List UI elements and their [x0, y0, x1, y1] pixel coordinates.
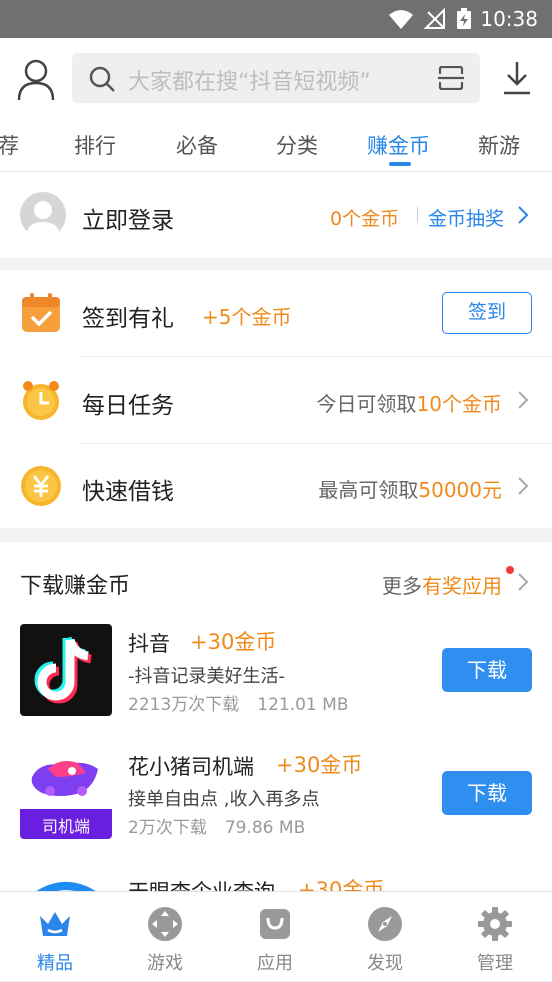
nav-games[interactable]: 游戏	[110, 892, 220, 982]
bottom-navigation: 精品 游戏 应用 发现 管理	[0, 891, 552, 981]
nav-featured[interactable]: 精品	[0, 892, 110, 982]
chevron-right-icon	[518, 206, 529, 224]
task-checkin: 签到有礼 +5个金币 签到	[0, 270, 552, 356]
wifi-icon	[389, 10, 413, 29]
coin-balance: 0个金币	[330, 208, 400, 230]
app-list-item[interactable]: 抖音 +30金币 -抖音记录美好生活- 2213万次下载 121.01 MB 下载	[0, 624, 552, 734]
notification-dot	[506, 566, 514, 574]
download-earn-section: 下载赚金币 更多有奖应用 抖音 +30金币 -抖音记录美好生活- 2213万次下…	[0, 542, 552, 892]
tab-category[interactable]: 分类	[276, 130, 318, 160]
search-bar[interactable]: 大家都在搜“抖音短视频”	[72, 53, 480, 103]
task-list: 签到有礼 +5个金币 签到 每日任务 今日可领取10个金币 快速借钱 最高可领取…	[0, 270, 552, 528]
nav-discover[interactable]: 发现	[330, 892, 440, 982]
app-coin-reward: +30金币	[298, 878, 385, 892]
category-tabs: 荐 排行 必备 分类 赚金币 新游	[0, 122, 552, 172]
user-profile-icon[interactable]	[16, 58, 56, 102]
divider	[417, 207, 418, 223]
task-title: 签到有礼	[82, 306, 174, 332]
tab-essential[interactable]: 必备	[176, 130, 218, 160]
no-signal-icon	[424, 8, 445, 29]
app-name: 抖音	[128, 632, 170, 656]
tianyancha-app-icon	[20, 872, 112, 892]
section-title: 下载赚金币	[20, 574, 131, 599]
app-coin-reward: +30金币	[190, 630, 277, 654]
bag-icon	[260, 909, 290, 939]
task-bonus: +5个金币	[202, 305, 292, 329]
chevron-right-icon	[518, 477, 529, 495]
icon-caption: 司机端	[41, 817, 90, 836]
task-title: 每日任务	[82, 393, 174, 419]
compass-icon	[368, 907, 402, 941]
avatar	[20, 192, 66, 238]
douyin-app-icon	[20, 624, 112, 716]
task-reward-text: 今日可领取10个金币	[316, 392, 502, 416]
more-apps-link[interactable]: 更多有奖应用	[382, 570, 502, 599]
status-time: 10:38	[480, 7, 538, 31]
nav-manage[interactable]: 管理	[440, 892, 550, 982]
chevron-right-icon	[518, 391, 529, 409]
calendar-check-icon	[22, 293, 60, 332]
tab-new-games[interactable]: 新游	[478, 130, 520, 160]
app-description: 接单自由点 ,收入再多点	[128, 789, 320, 810]
login-card[interactable]: 立即登录 0个金币 金币抽奖	[0, 172, 552, 258]
nav-label: 精品	[37, 953, 73, 974]
coin-lottery-link[interactable]: 金币抽奖	[428, 204, 504, 231]
app-list-item[interactable]: 天眼查企业查询 +30金币	[0, 872, 552, 892]
tiktok-note-icon	[34, 636, 92, 704]
tab-recommend[interactable]: 荐	[0, 130, 19, 160]
search-placeholder: 大家都在搜“抖音短视频”	[128, 70, 371, 95]
app-description: -抖音记录美好生活-	[128, 666, 285, 687]
nav-label: 游戏	[147, 953, 183, 974]
app-list-item[interactable]: 司机端 花小猪司机端 +30金币 接单自由点 ,收入再多点 2万次下载 79.86…	[0, 747, 552, 857]
alarm-clock-icon	[23, 381, 59, 420]
checkin-button[interactable]: 签到	[442, 292, 532, 334]
default-avatar-icon	[26, 201, 60, 238]
app-meta: 2万次下载 79.86 MB	[128, 818, 306, 838]
chevron-right-icon	[518, 573, 529, 591]
nav-apps[interactable]: 应用	[220, 892, 330, 982]
app-meta: 2213万次下载 121.01 MB	[128, 695, 349, 715]
battery-charging-icon	[457, 8, 471, 29]
status-bar: 10:38	[0, 0, 552, 38]
gear-icon	[478, 907, 512, 941]
task-title: 快速借钱	[82, 479, 174, 505]
nav-label: 管理	[477, 953, 513, 974]
download-manager-icon[interactable]	[502, 60, 532, 96]
app-name: 天眼查企业查询	[128, 880, 275, 892]
gamepad-icon	[148, 907, 182, 941]
login-label: 立即登录	[82, 208, 174, 234]
huaxiaozhu-app-icon: 司机端	[20, 747, 112, 839]
tab-ranking[interactable]: 排行	[74, 130, 116, 160]
crown-icon	[40, 912, 70, 936]
nav-label: 应用	[257, 953, 293, 974]
tianyancha-logo-icon	[34, 882, 98, 892]
scan-icon[interactable]	[438, 66, 464, 90]
search-icon	[89, 66, 115, 92]
app-name: 花小猪司机端	[128, 755, 254, 779]
app-coin-reward: +30金币	[276, 753, 363, 777]
task-quick-loan[interactable]: 快速借钱 最高可领取50000元	[0, 443, 552, 529]
tab-earn-coins[interactable]: 赚金币	[367, 130, 430, 160]
yuan-coin-icon	[21, 466, 61, 506]
top-header: 大家都在搜“抖音短视频”	[0, 38, 552, 122]
task-daily[interactable]: 每日任务 今日可领取10个金币	[0, 357, 552, 443]
task-reward-text: 最高可领取50000元	[318, 478, 502, 502]
nav-label: 发现	[367, 953, 403, 974]
active-tab-indicator	[389, 162, 411, 166]
download-button[interactable]: 下载	[442, 771, 532, 815]
download-button[interactable]: 下载	[442, 648, 532, 692]
